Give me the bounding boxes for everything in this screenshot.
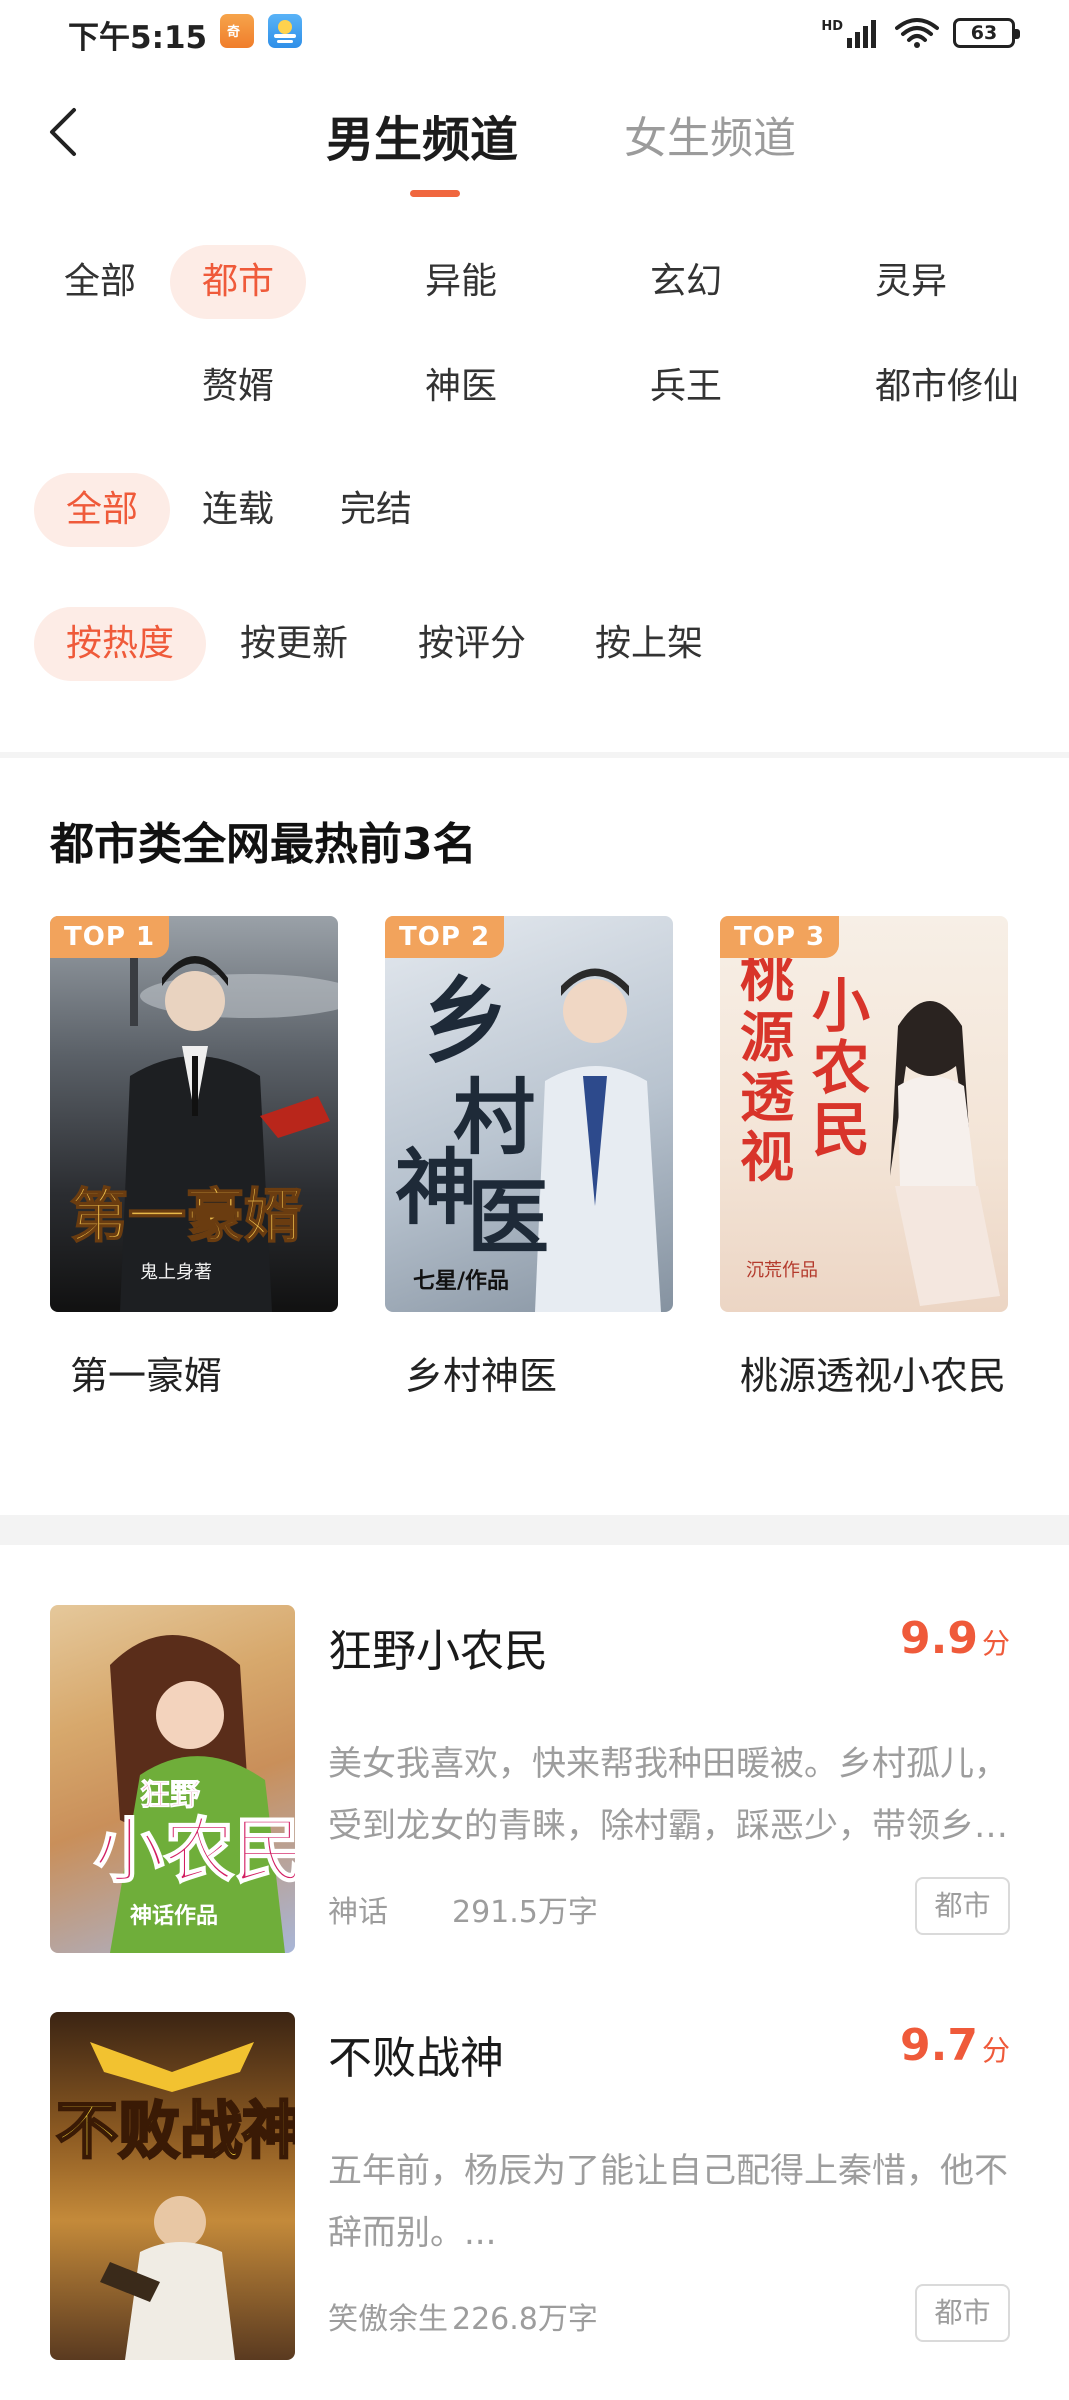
- sort-by-listing[interactable]: 按上架: [595, 607, 703, 681]
- section-divider: [0, 1515, 1069, 1545]
- score-value: 9.7: [900, 2020, 978, 2071]
- book-description: 五年前，杨辰为了能让自己配得上秦惜，他不辞而别。...: [328, 2151, 1008, 2253]
- back-button[interactable]: [44, 104, 84, 160]
- status-bar: 下午5:15 奇 HD 63: [0, 0, 1069, 70]
- sort-by-rating[interactable]: 按评分: [418, 607, 526, 681]
- book-author: 神话: [328, 1895, 388, 1930]
- category-superpower[interactable]: 异能: [425, 245, 497, 319]
- status-completed[interactable]: 完结: [340, 473, 412, 547]
- category-supernatural[interactable]: 灵异: [875, 245, 947, 319]
- svg-text:源: 源: [740, 1005, 794, 1069]
- book-word-count: 226.8万字: [452, 2302, 598, 2337]
- book-description: 美女我喜欢，快来帮我种田暖被。乡村孤儿，受到龙女的青睐，除村霸，踩恶少，带领乡亲…: [328, 1744, 1008, 1846]
- svg-text:农: 农: [812, 1034, 870, 1102]
- category-urban[interactable]: 都市: [170, 245, 307, 319]
- network-type-label: HD: [821, 18, 843, 34]
- status-ongoing[interactable]: 连载: [202, 473, 274, 547]
- svg-text:狂野: 狂野: [140, 1778, 200, 1813]
- section-divider: [0, 752, 1069, 758]
- score-value: 9.9: [900, 1613, 978, 1664]
- book-score: 9.7 分: [900, 2020, 1010, 2071]
- svg-text:第一豪婿: 第一豪婿: [70, 1182, 302, 1250]
- svg-text:沉荒作品: 沉荒作品: [746, 1260, 818, 1281]
- svg-text:民: 民: [812, 1096, 870, 1164]
- book-cover: 乡 村 神 医 七星/作品 TOP 2: [385, 916, 673, 1312]
- book-score: 9.9 分: [900, 1613, 1010, 1664]
- status-right-group: HD 63: [821, 14, 1020, 52]
- wifi-icon: [895, 18, 939, 48]
- score-unit: 分: [981, 2034, 1010, 2067]
- svg-text:医: 医: [467, 1170, 549, 1266]
- sort-by-update[interactable]: 按更新: [240, 607, 348, 681]
- category-doctor[interactable]: 神医: [425, 350, 497, 424]
- top-book-name: 第一豪婿: [70, 1354, 223, 1398]
- svg-text:鬼上身著: 鬼上身著: [140, 1262, 212, 1283]
- chevron-left-icon: [50, 108, 76, 156]
- svg-text:乡: 乡: [413, 960, 517, 1077]
- tab-female-channel[interactable]: 女生频道: [624, 104, 796, 166]
- svg-text:视: 视: [740, 1125, 794, 1189]
- category-son-in-law[interactable]: 赘婿: [202, 350, 274, 424]
- battery-level: 63: [970, 22, 998, 44]
- rank-badge: TOP 3: [720, 916, 840, 958]
- category-all[interactable]: 全部: [64, 245, 136, 319]
- score-unit: 分: [981, 1627, 1010, 1660]
- tab-male-channel[interactable]: 男生频道: [326, 100, 518, 170]
- book-cover: 第一豪婿 鬼上身著 TOP 1: [50, 916, 338, 1312]
- top-book-card[interactable]: 乡 村 神 医 七星/作品 TOP 2 乡村神医: [385, 916, 673, 1410]
- svg-text:透: 透: [740, 1065, 795, 1129]
- rank-badge: TOP 2: [385, 916, 505, 958]
- svg-text:七星/作品: 七星/作品: [413, 1269, 509, 1294]
- svg-text:小: 小: [812, 972, 870, 1040]
- active-tab-indicator: [410, 190, 460, 197]
- rank-badge: TOP 1: [50, 916, 170, 958]
- category-urban-cultivation[interactable]: 都市修仙: [875, 350, 1019, 424]
- status-all[interactable]: 全部: [34, 473, 171, 547]
- cellular-signal-icon: [847, 20, 876, 48]
- book-category-tag: 都市: [915, 1877, 1010, 1935]
- book-author: 笑傲余生: [328, 2302, 448, 2337]
- category-fantasy[interactable]: 玄幻: [650, 245, 722, 319]
- book-cover: 小农民 狂野 神话作品: [50, 1605, 295, 1953]
- book-cover: 桃 源 透 视 小 农 民 沉荒作品 TOP 3: [720, 916, 1008, 1312]
- top-book-card[interactable]: 桃 源 透 视 小 农 民 沉荒作品 TOP 3 桃源透视小农民: [720, 916, 1008, 1410]
- book-list-item[interactable]: 小农民 狂野 神话作品 狂野小农民 9.9 分 美女我喜欢，快来帮我种田暖被。乡村…: [50, 1605, 1010, 1955]
- svg-text:不败战神: 不败战神: [56, 2094, 295, 2167]
- category-soldier-king[interactable]: 兵王: [650, 350, 722, 424]
- book-list-item[interactable]: 不败战神 不败战神 9.7 分 五年前，杨辰为了能让自己配得上秦惜，他不辞而别。.…: [50, 2012, 1010, 2362]
- book-title: 不败战神: [328, 2033, 504, 2084]
- battery-indicator: 63: [953, 18, 1020, 48]
- top-book-card[interactable]: 第一豪婿 鬼上身著 TOP 1 第一豪婿: [50, 916, 338, 1410]
- sort-by-popularity[interactable]: 按热度: [34, 607, 207, 681]
- top-book-name: 桃源透视小农民: [740, 1354, 1007, 1398]
- app-notification-icon: 奇: [220, 14, 254, 48]
- book-title: 狂野小农民: [328, 1626, 548, 1677]
- status-time: 下午5:15: [68, 20, 208, 56]
- top-section-title: 都市类全网最热前3名: [50, 819, 477, 870]
- weather-app-icon: [268, 14, 302, 48]
- book-word-count: 291.5万字: [452, 1895, 598, 1930]
- top-book-name: 乡村神医: [405, 1354, 558, 1398]
- svg-text:小农民: 小农民: [94, 1809, 295, 1892]
- svg-text:奇: 奇: [227, 24, 240, 40]
- book-category-tag: 都市: [915, 2284, 1010, 2342]
- svg-text:神: 神: [395, 1140, 477, 1236]
- book-cover: 不败战神: [50, 2012, 295, 2360]
- svg-text:神话作品: 神话作品: [130, 1903, 218, 1929]
